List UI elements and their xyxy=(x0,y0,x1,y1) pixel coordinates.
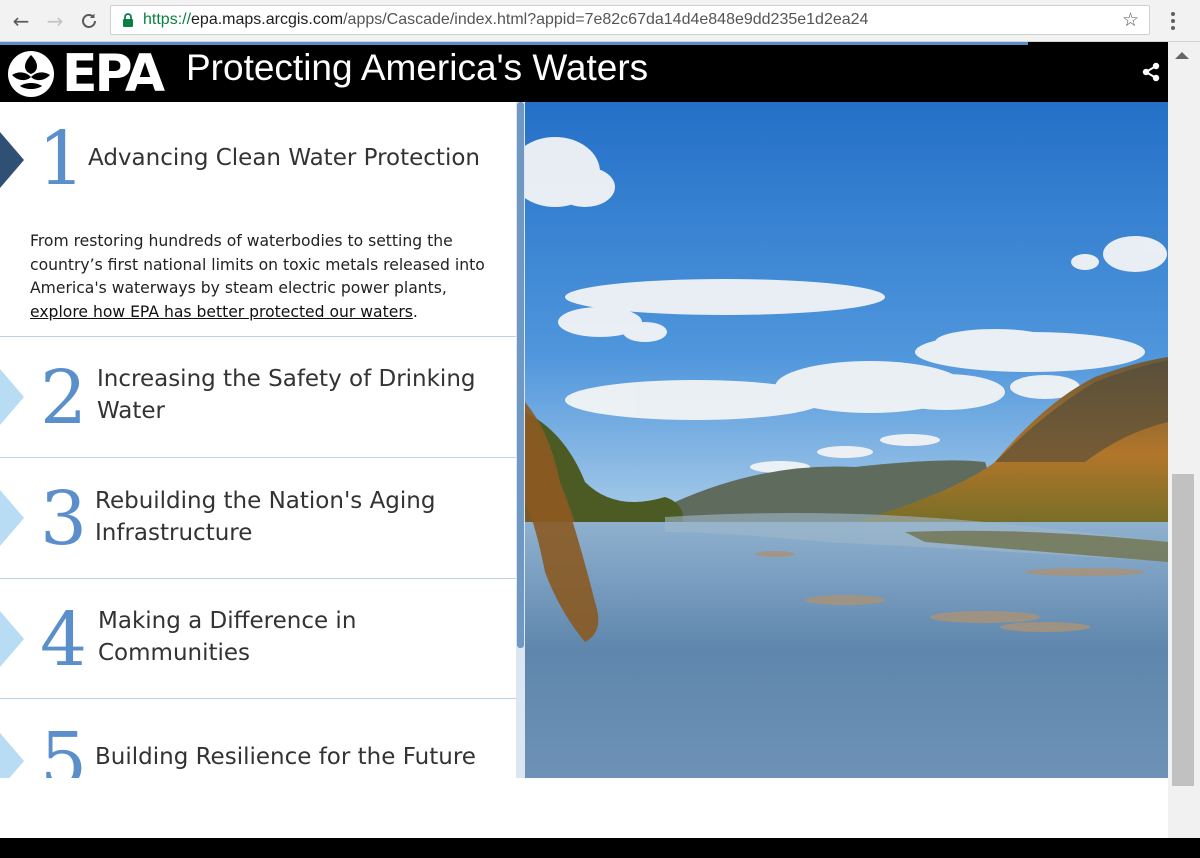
url-text[interactable]: https://epa.maps.arcgis.com/apps/Cascade… xyxy=(143,11,868,29)
photo-illustration xyxy=(525,102,1168,778)
share-icon[interactable] xyxy=(1141,62,1161,82)
section-number: 4 xyxy=(40,597,88,683)
arrow-icon xyxy=(0,369,24,425)
page-title: Protecting America's Waters xyxy=(186,47,649,88)
section-1[interactable]: 1 Advancing Clean Water Protection From … xyxy=(0,102,516,336)
section-title: Making a Difference in Communities xyxy=(98,605,356,669)
panel-scrollbar-thumb[interactable] xyxy=(517,102,524,648)
section-3[interactable]: 3 Rebuilding the Nation's Aging Infrastr… xyxy=(0,457,516,578)
url-host: epa.maps.arcgis.com xyxy=(191,11,344,28)
active-arrow-icon xyxy=(0,132,24,188)
section-body-text: From restoring hundreds of waterbodies t… xyxy=(30,232,485,297)
river-landscape-photo xyxy=(525,102,1168,778)
section-5[interactable]: 5 Building Resilience for the Future xyxy=(0,698,516,778)
section-4[interactable]: 4 Making a Difference in Communities xyxy=(0,578,516,698)
address-bar[interactable]: https://epa.maps.arcgis.com/apps/Cascade… xyxy=(110,5,1150,35)
section-body: From restoring hundreds of waterbodies t… xyxy=(30,230,500,324)
section-title-line: Increasing the Safety of Drinking xyxy=(97,366,476,392)
url-path: /apps/Cascade/index.html?appid=7e82c67da… xyxy=(343,11,869,28)
section-number: 5 xyxy=(40,717,88,778)
section-number: 1 xyxy=(38,116,86,202)
arrow-icon xyxy=(0,490,24,546)
section-title-line: Making a Difference in xyxy=(98,608,357,634)
forward-button[interactable]: → xyxy=(42,8,68,34)
panel-scrollbar[interactable] xyxy=(516,102,525,778)
section-title-line: Water xyxy=(97,398,165,424)
kebab-menu-icon[interactable] xyxy=(1162,6,1184,36)
reload-icon xyxy=(82,13,96,28)
section-2[interactable]: 2 Increasing the Safety of Drinking Wate… xyxy=(0,336,516,457)
section-title-line: Communities xyxy=(98,640,251,666)
back-button[interactable]: ← xyxy=(8,8,34,34)
page-header: EPA Protecting America's Waters xyxy=(0,42,1168,104)
url-scheme: https:// xyxy=(143,11,192,28)
section-body-end: . xyxy=(412,302,418,321)
lock-icon xyxy=(123,13,133,27)
scroll-up-icon[interactable] xyxy=(1175,52,1189,59)
window-scrollbar-thumb[interactable] xyxy=(1172,474,1194,786)
section-title-line: Infrastructure xyxy=(95,520,253,546)
section-title: Rebuilding the Nation's Aging Infrastruc… xyxy=(95,485,435,549)
explore-link[interactable]: explore how EPA has better protected our… xyxy=(30,303,413,321)
bottom-bar xyxy=(0,838,1200,858)
section-title-line: Rebuilding the Nation's Aging xyxy=(95,488,436,514)
window-scrollbar[interactable] xyxy=(1168,42,1200,838)
section-title: Advancing Clean Water Protection xyxy=(88,145,480,171)
section-number: 3 xyxy=(40,476,88,562)
reload-button[interactable] xyxy=(76,8,102,34)
star-icon[interactable]: ☆ xyxy=(1122,9,1139,31)
story-panel: 1 Advancing Clean Water Protection From … xyxy=(0,102,516,778)
arrow-right-icon: → xyxy=(46,9,64,33)
browser-toolbar: ← → https://epa.maps.arcgis.com/apps/Cas… xyxy=(0,0,1200,42)
arrow-icon xyxy=(0,611,24,667)
epa-logo[interactable]: EPA xyxy=(6,44,171,104)
logo-text: EPA xyxy=(62,44,165,104)
epa-flower-icon xyxy=(8,51,54,97)
section-number: 2 xyxy=(40,355,88,441)
arrow-icon xyxy=(0,733,24,778)
section-title: Increasing the Safety of Drinking Water xyxy=(97,363,476,427)
section-title: Building Resilience for the Future xyxy=(95,744,476,770)
arrow-left-icon: ← xyxy=(12,9,30,33)
